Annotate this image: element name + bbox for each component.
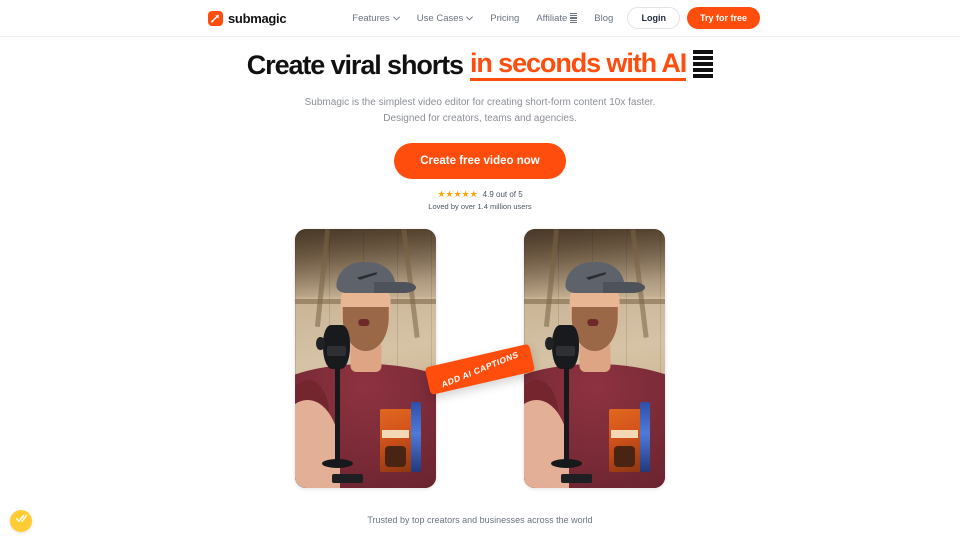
person-cap-brim <box>602 282 646 294</box>
product-box <box>608 409 642 472</box>
add-ai-captions-badge: ADD AI CAPTIONS <box>424 343 536 395</box>
nav-item-affiliate-label: Affiliate <box>536 12 568 24</box>
chevron-down-icon <box>392 13 400 24</box>
microphone-grill <box>327 345 346 357</box>
hero-subtitle: Submagic is the simplest video editor fo… <box>0 95 960 126</box>
try-for-free-button[interactable]: Try for free <box>686 7 760 29</box>
after-video-thumbnail[interactable] <box>524 229 665 489</box>
microphone-stem <box>564 366 569 460</box>
trust-title: Trusted by top creators and businesses a… <box>367 515 593 526</box>
hero-section: Create viral shorts in seconds with AI S… <box>0 37 960 540</box>
page-title: Create viral shorts in seconds with AI <box>246 49 714 82</box>
brand-name: submagic <box>228 10 287 26</box>
nav-item-blog[interactable]: Blog <box>594 13 613 24</box>
nav-item-features-label: Features <box>352 12 390 24</box>
hero-subtitle-line-1: Submagic is the simplest video editor fo… <box>304 97 656 109</box>
microphone-knuckle <box>316 336 325 350</box>
chevron-down-icon <box>466 13 474 24</box>
navbar: submagic Features Use Cases Pricing Affi… <box>0 0 960 37</box>
product-box-label <box>611 429 639 438</box>
add-ai-captions-badge-label: ADD AI CAPTIONS <box>440 348 520 390</box>
before-video-thumbnail[interactable] <box>295 229 436 489</box>
desk-object <box>331 474 363 484</box>
blue-bottle <box>411 401 422 472</box>
headline-accent-text: in seconds with AI <box>469 49 687 82</box>
nav-item-features[interactable]: Features <box>352 13 400 24</box>
microphone-stem <box>335 366 340 460</box>
nav-item-use-cases[interactable]: Use Cases <box>416 12 474 24</box>
product-box-label <box>382 429 410 438</box>
nav-links: Features Use Cases Pricing Affiliate Blo… <box>352 13 613 24</box>
person-mouth <box>587 318 599 327</box>
microphone-base <box>321 458 353 468</box>
microphone-base <box>550 458 582 468</box>
nav-item-pricing[interactable]: Pricing <box>490 13 519 24</box>
hero-cta-wrapper: Create free video now <box>0 143 960 180</box>
nav-item-blog-label: Blog <box>594 12 614 24</box>
navbar-inner: submagic Features Use Cases Pricing Affi… <box>0 0 960 36</box>
create-free-video-button[interactable]: Create free video now <box>394 143 566 180</box>
rating-value-text: 4.9 out of 5 <box>482 190 523 200</box>
product-box-image <box>614 446 636 468</box>
caption-bars-icon <box>570 12 578 24</box>
loved-by-text: Loved by over 1.4 million users <box>428 202 532 212</box>
check-swoosh-icon <box>15 512 28 530</box>
blue-bottle <box>640 401 651 472</box>
star-rating-icon: ★★★★★ <box>437 189 478 200</box>
video-comparison: ADD AI CAPTIONS <box>0 229 960 489</box>
nav-item-affiliate[interactable]: Affiliate <box>536 12 578 24</box>
navbar-actions: Login Try for free <box>627 7 760 29</box>
product-box-image <box>385 446 407 468</box>
trust-section: Trusted by top creators and businesses a… <box>0 515 960 540</box>
nav-item-use-cases-label: Use Cases <box>416 12 464 24</box>
product-box <box>379 409 413 472</box>
rating-row: ★★★★★ 4.9 out of 5 <box>0 189 960 200</box>
caption-bars-icon <box>693 50 714 78</box>
login-button[interactable]: Login <box>627 7 680 29</box>
hero-subtitle-line-2: Designed for creators, teams and agencie… <box>383 112 577 124</box>
nav-item-pricing-label: Pricing <box>490 12 520 24</box>
headline-plain-text: Create viral shorts <box>246 49 464 80</box>
microphone-grill <box>556 345 575 357</box>
microphone-knuckle <box>545 336 554 350</box>
person-cap-brim <box>373 282 417 294</box>
desk-object <box>560 474 592 484</box>
brand-logo[interactable]: submagic <box>208 10 287 26</box>
hero-rating: ★★★★★ 4.9 out of 5 Loved by over 1.4 mil… <box>0 189 960 212</box>
floating-help-widget[interactable] <box>10 510 32 532</box>
person-mouth <box>358 318 370 327</box>
submagic-logo-icon <box>208 10 223 26</box>
